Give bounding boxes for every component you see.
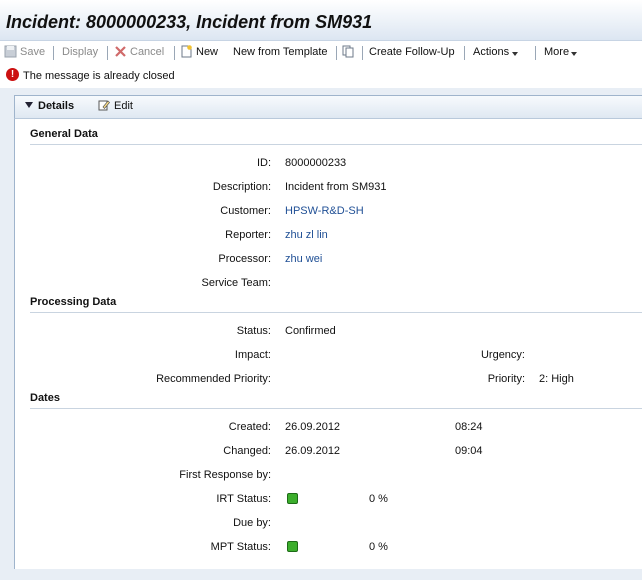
- toolbar-separator: [107, 46, 108, 60]
- irt-status-label: IRT Status:: [216, 493, 271, 505]
- message-bar: ! The message is already closed: [0, 67, 642, 85]
- impact-label: Impact:: [234, 349, 271, 361]
- status-label: Status:: [236, 325, 271, 337]
- irt-percent: 0 %: [369, 493, 388, 505]
- status-value: Confirmed: [285, 325, 336, 337]
- chevron-down-icon: [571, 52, 577, 56]
- reporter-label: Reporter:: [225, 229, 271, 241]
- section-divider: [30, 144, 642, 145]
- mpt-status-icon: [287, 541, 298, 552]
- dates-heading: Dates: [30, 392, 60, 404]
- copy-icon[interactable]: [342, 45, 355, 58]
- edit-button[interactable]: Edit: [114, 100, 133, 112]
- cancel-button[interactable]: Cancel: [130, 46, 164, 58]
- title-bar: Incident: 8000000233, Incident from SM93…: [0, 0, 642, 41]
- reporter-link[interactable]: zhu zl lin: [285, 229, 328, 241]
- id-label: ID:: [256, 157, 271, 169]
- recommended-priority-label: Recommended Priority:: [156, 373, 271, 385]
- toolbar: Save Display Cancel New New from Templat…: [0, 42, 642, 64]
- more-menu[interactable]: More: [544, 46, 569, 58]
- toolbar-separator: [464, 46, 465, 60]
- service-team-label: Service Team:: [201, 277, 272, 289]
- display-button[interactable]: Display: [62, 46, 98, 58]
- customer-label: Customer:: [220, 205, 271, 217]
- toolbar-separator: [535, 46, 536, 60]
- save-button[interactable]: Save: [20, 46, 45, 58]
- priority-value: 2: High: [539, 373, 574, 385]
- actions-menu[interactable]: Actions: [473, 46, 509, 58]
- description-label: Description:: [212, 181, 271, 193]
- edit-icon[interactable]: [98, 99, 110, 111]
- collapse-triangle-icon[interactable]: [25, 102, 33, 108]
- toolbar-separator: [336, 46, 337, 60]
- general-data-heading: General Data: [30, 128, 98, 140]
- processor-label: Processor:: [218, 253, 271, 265]
- description-value: Incident from SM931: [285, 181, 387, 193]
- processor-link[interactable]: zhu wei: [285, 253, 322, 265]
- id-value: 8000000233: [285, 157, 347, 169]
- details-panel-title[interactable]: Details: [38, 100, 74, 112]
- urgency-label: Urgency:: [480, 349, 525, 361]
- customer-link[interactable]: HPSW-R&D-SH: [285, 205, 364, 217]
- priority-label: Priority:: [487, 373, 525, 385]
- created-date: 26.09.2012: [285, 421, 341, 433]
- processing-data-heading: Processing Data: [30, 296, 117, 308]
- new-document-icon: [181, 45, 192, 58]
- mpt-percent: 0 %: [369, 541, 388, 553]
- mpt-status-label: MPT Status:: [210, 541, 271, 553]
- section-divider: [30, 408, 642, 409]
- due-by-label: Due by:: [233, 517, 271, 529]
- first-response-label: First Response by:: [179, 469, 271, 481]
- create-follow-up-button[interactable]: Create Follow-Up: [369, 46, 455, 58]
- save-icon: [4, 45, 17, 58]
- created-time: 08:24: [455, 421, 483, 433]
- changed-date: 26.09.2012: [285, 445, 341, 457]
- changed-time: 09:04: [455, 445, 483, 457]
- toolbar-separator: [53, 46, 54, 60]
- created-label: Created:: [228, 421, 271, 433]
- new-from-template-button[interactable]: New from Template: [233, 46, 328, 58]
- page-title: Incident: 8000000233, Incident from SM93…: [6, 12, 373, 32]
- new-button[interactable]: New: [196, 46, 218, 58]
- error-icon: !: [6, 68, 19, 81]
- changed-label: Changed:: [223, 445, 271, 457]
- toolbar-separator: [174, 46, 175, 60]
- cancel-icon: [115, 46, 126, 57]
- toolbar-separator: [362, 46, 363, 60]
- status-message: The message is already closed: [23, 70, 175, 82]
- irt-status-icon: [287, 493, 298, 504]
- section-divider: [30, 312, 642, 313]
- chevron-down-icon: [512, 52, 518, 56]
